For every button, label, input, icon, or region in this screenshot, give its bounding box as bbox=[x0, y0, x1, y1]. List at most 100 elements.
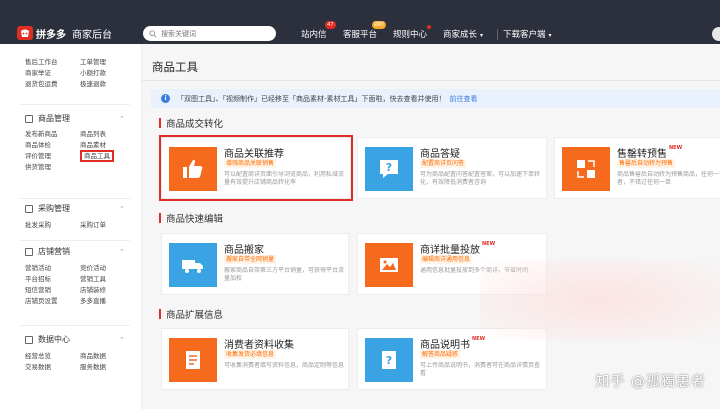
sidebar-link[interactable]: 平台招标 bbox=[25, 274, 80, 285]
sidebar-link[interactable]: 评价管理 bbox=[25, 151, 80, 162]
chart-icon bbox=[25, 335, 33, 344]
sidebar-link[interactable]: 短信营销 bbox=[25, 285, 80, 296]
sidebar-link[interactable]: 经营总览 bbox=[25, 351, 80, 362]
nav-customer-service[interactable]: 客服平台 即时 bbox=[343, 21, 387, 40]
sidebar-link[interactable]: 服务数据 bbox=[80, 362, 135, 373]
sidebar-link[interactable]: 商品体检 bbox=[25, 140, 80, 151]
sidebar-link[interactable]: 交易数据 bbox=[25, 362, 80, 373]
search-box[interactable] bbox=[143, 26, 276, 41]
swap-grid-icon bbox=[562, 147, 610, 191]
active-highlight-box: 商品工具 bbox=[80, 150, 114, 162]
sidebar-link[interactable]: 供货管理 bbox=[25, 162, 80, 173]
card-tag: 解答商品疑惑 bbox=[420, 350, 461, 359]
search-icon bbox=[149, 29, 157, 38]
new-badge: NEW bbox=[482, 241, 496, 247]
logo[interactable]: 拼多多 商家后台 bbox=[17, 25, 112, 41]
card-title: 商品答疑 bbox=[420, 145, 460, 160]
sidebar-link[interactable]: 店铺装修 bbox=[80, 285, 135, 296]
page-title: 商品工具 bbox=[152, 60, 198, 74]
inbox-count-badge: 47 bbox=[325, 21, 336, 29]
nav-merchant-growth[interactable]: 商家成长 ▾ bbox=[443, 28, 483, 40]
sidebar-link[interactable]: 退货包运费 bbox=[25, 79, 80, 90]
watermark: 知乎 @孤獨患者 bbox=[595, 374, 706, 390]
sidebar-link[interactable]: 工单管理 bbox=[80, 57, 135, 68]
sidebar-link[interactable]: 营销工具 bbox=[80, 274, 135, 285]
sidebar-link[interactable]: 营销活动 bbox=[25, 263, 80, 274]
card-product-qa[interactable]: ? 商品答疑 配置商详页问答 可为商品配置问答配置答案，可以加速下单转化，有效降… bbox=[357, 137, 547, 199]
sidebar-divider bbox=[20, 240, 130, 241]
new-badge: NEW bbox=[669, 145, 683, 151]
section-title: 数据中心 bbox=[38, 335, 70, 344]
sidebar-section-store-marketing[interactable]: 店铺营销 ⌃ bbox=[25, 246, 125, 257]
sidebar-link[interactable]: 竞价活动 bbox=[80, 263, 135, 274]
blurred-area bbox=[480, 260, 720, 340]
info-icon: i bbox=[161, 94, 170, 103]
notice-text: 「双图工具」、「视频制作」已经移至「商品素材-素材工具」下面啦，快去查看并使用！ bbox=[177, 94, 446, 103]
box-icon bbox=[25, 114, 33, 123]
nav-inbox[interactable]: 站内信 47 bbox=[301, 21, 336, 40]
nav-rules-label: 规则中心 bbox=[393, 30, 428, 40]
card-title: 消费者资料收集 bbox=[224, 336, 294, 351]
nav-divider bbox=[497, 29, 498, 40]
sidebar-link[interactable]: 发布新商品 bbox=[25, 129, 80, 140]
sidebar-link[interactable]: 店铺页设置 bbox=[25, 296, 80, 307]
image-stack-icon bbox=[365, 243, 413, 287]
sidebar-link-product-tools[interactable]: 商品工具 bbox=[80, 150, 135, 162]
chevron-up-icon: ⌃ bbox=[119, 335, 125, 344]
sidebar-link[interactable]: 商家举证 bbox=[25, 68, 80, 79]
sidebar-link[interactable]: 商品数据 bbox=[80, 351, 135, 362]
sidebar-link[interactable]: 极速退款 bbox=[80, 79, 135, 90]
notice-banner: i 「双图工具」、「视频制作」已经移至「商品素材-素材工具」下面啦，快去查看并使… bbox=[151, 89, 720, 108]
truck-icon bbox=[169, 243, 217, 287]
sidebar-section-purchasing[interactable]: 采购管理 ⌃ bbox=[25, 203, 125, 214]
sidebar-section-data-center[interactable]: 数据中心 ⌃ bbox=[25, 334, 125, 345]
card-description: 可为商品配置问答配置答案，可以加速下单转化，有效降低消费者咨询 bbox=[420, 171, 541, 186]
manual-question-icon: ? bbox=[365, 338, 413, 382]
store-icon bbox=[25, 247, 33, 256]
sidebar-link[interactable]: 批发采购 bbox=[25, 220, 80, 231]
search-input[interactable] bbox=[161, 29, 261, 38]
logo-subtitle: 商家后台 bbox=[72, 29, 112, 41]
card-soldout-presale[interactable]: 售罄转预售NEW 售罄后自动转为预售 商品售罄后自动转为预售商品，任何一个消费者… bbox=[554, 137, 720, 199]
card-title: 商品搬家 bbox=[224, 241, 264, 256]
notification-dot bbox=[427, 25, 432, 29]
chevron-up-icon: ⌃ bbox=[119, 114, 125, 123]
pinduoduo-logo-icon bbox=[17, 26, 33, 40]
sidebar-link[interactable]: 小额打款 bbox=[80, 68, 135, 79]
section-title-quick-edit: 商品快速编辑 bbox=[159, 211, 223, 225]
sidebar-divider bbox=[20, 104, 130, 105]
card-tag: 编辑商详通用信息 bbox=[420, 255, 473, 264]
sidebar-link[interactable]: 采购订单 bbox=[80, 220, 135, 231]
product-management-links: 发布新商品 商品列表 商品体检 商品素材 评价管理 商品工具 供货管理 bbox=[25, 129, 135, 173]
store-marketing-links: 营销活动 竞价活动 平台招标 营销工具 短信营销 店铺装修 店铺页设置 多多直播 bbox=[25, 263, 135, 307]
nav-download-label: 下载客户端 bbox=[503, 30, 546, 40]
card-product-migration[interactable]: 商品搬家 搬家自带全网销量 搬家商品自带第三方平台销量，可获得平台流量加权 bbox=[161, 233, 349, 295]
nav-inbox-label: 站内信 bbox=[301, 30, 327, 40]
card-tag: 收集发货必填信息 bbox=[224, 350, 277, 359]
notice-link[interactable]: 前往查看 bbox=[450, 94, 478, 104]
svg-text:?: ? bbox=[386, 354, 392, 367]
sidebar-link[interactable]: 售后工作台 bbox=[25, 57, 80, 68]
sidebar-link[interactable]: 商品列表 bbox=[80, 129, 135, 140]
card-title: 商详批量投放NEW bbox=[420, 241, 495, 256]
card-description: 商品售罄后自动转为预售商品，任何一个消费者，不错过任何一单 bbox=[617, 171, 720, 186]
svg-text:?: ? bbox=[386, 161, 392, 174]
card-description: 搬家商品自带第三方平台销量，可获得平台流量加权 bbox=[224, 267, 345, 282]
document-icon bbox=[169, 338, 217, 382]
title-divider bbox=[142, 80, 720, 81]
sidebar-section-product-management[interactable]: 商品管理 ⌃ bbox=[25, 113, 125, 124]
sidebar-divider bbox=[20, 198, 130, 199]
nav-rules-center[interactable]: 规则中心 bbox=[393, 25, 432, 40]
sidebar-link[interactable]: 多多直播 bbox=[80, 296, 135, 307]
section-title-conversion: 商品成交转化 bbox=[159, 116, 223, 130]
card-tag: 搬家自带全网销量 bbox=[224, 255, 277, 264]
nav-customer-service-label: 客服平台 bbox=[343, 30, 378, 40]
sidebar-top-links: 售后工作台 工单管理 商家举证 小额打款 退货包运费 极速退款 bbox=[25, 57, 135, 90]
card-consumer-info-collect[interactable]: 消费者资料收集 收集发货必填信息 可收集消费者填写资料信息，商品定制等信息 bbox=[161, 328, 349, 390]
section-title: 商品管理 bbox=[38, 114, 70, 123]
chevron-down-icon: ▾ bbox=[480, 32, 484, 39]
card-tag: 配置商详页问答 bbox=[420, 159, 467, 168]
card-title: 商品说明书NEW bbox=[420, 336, 485, 351]
avatar[interactable] bbox=[712, 27, 720, 41]
nav-download-client[interactable]: 下载客户端 ▾ bbox=[503, 28, 552, 40]
